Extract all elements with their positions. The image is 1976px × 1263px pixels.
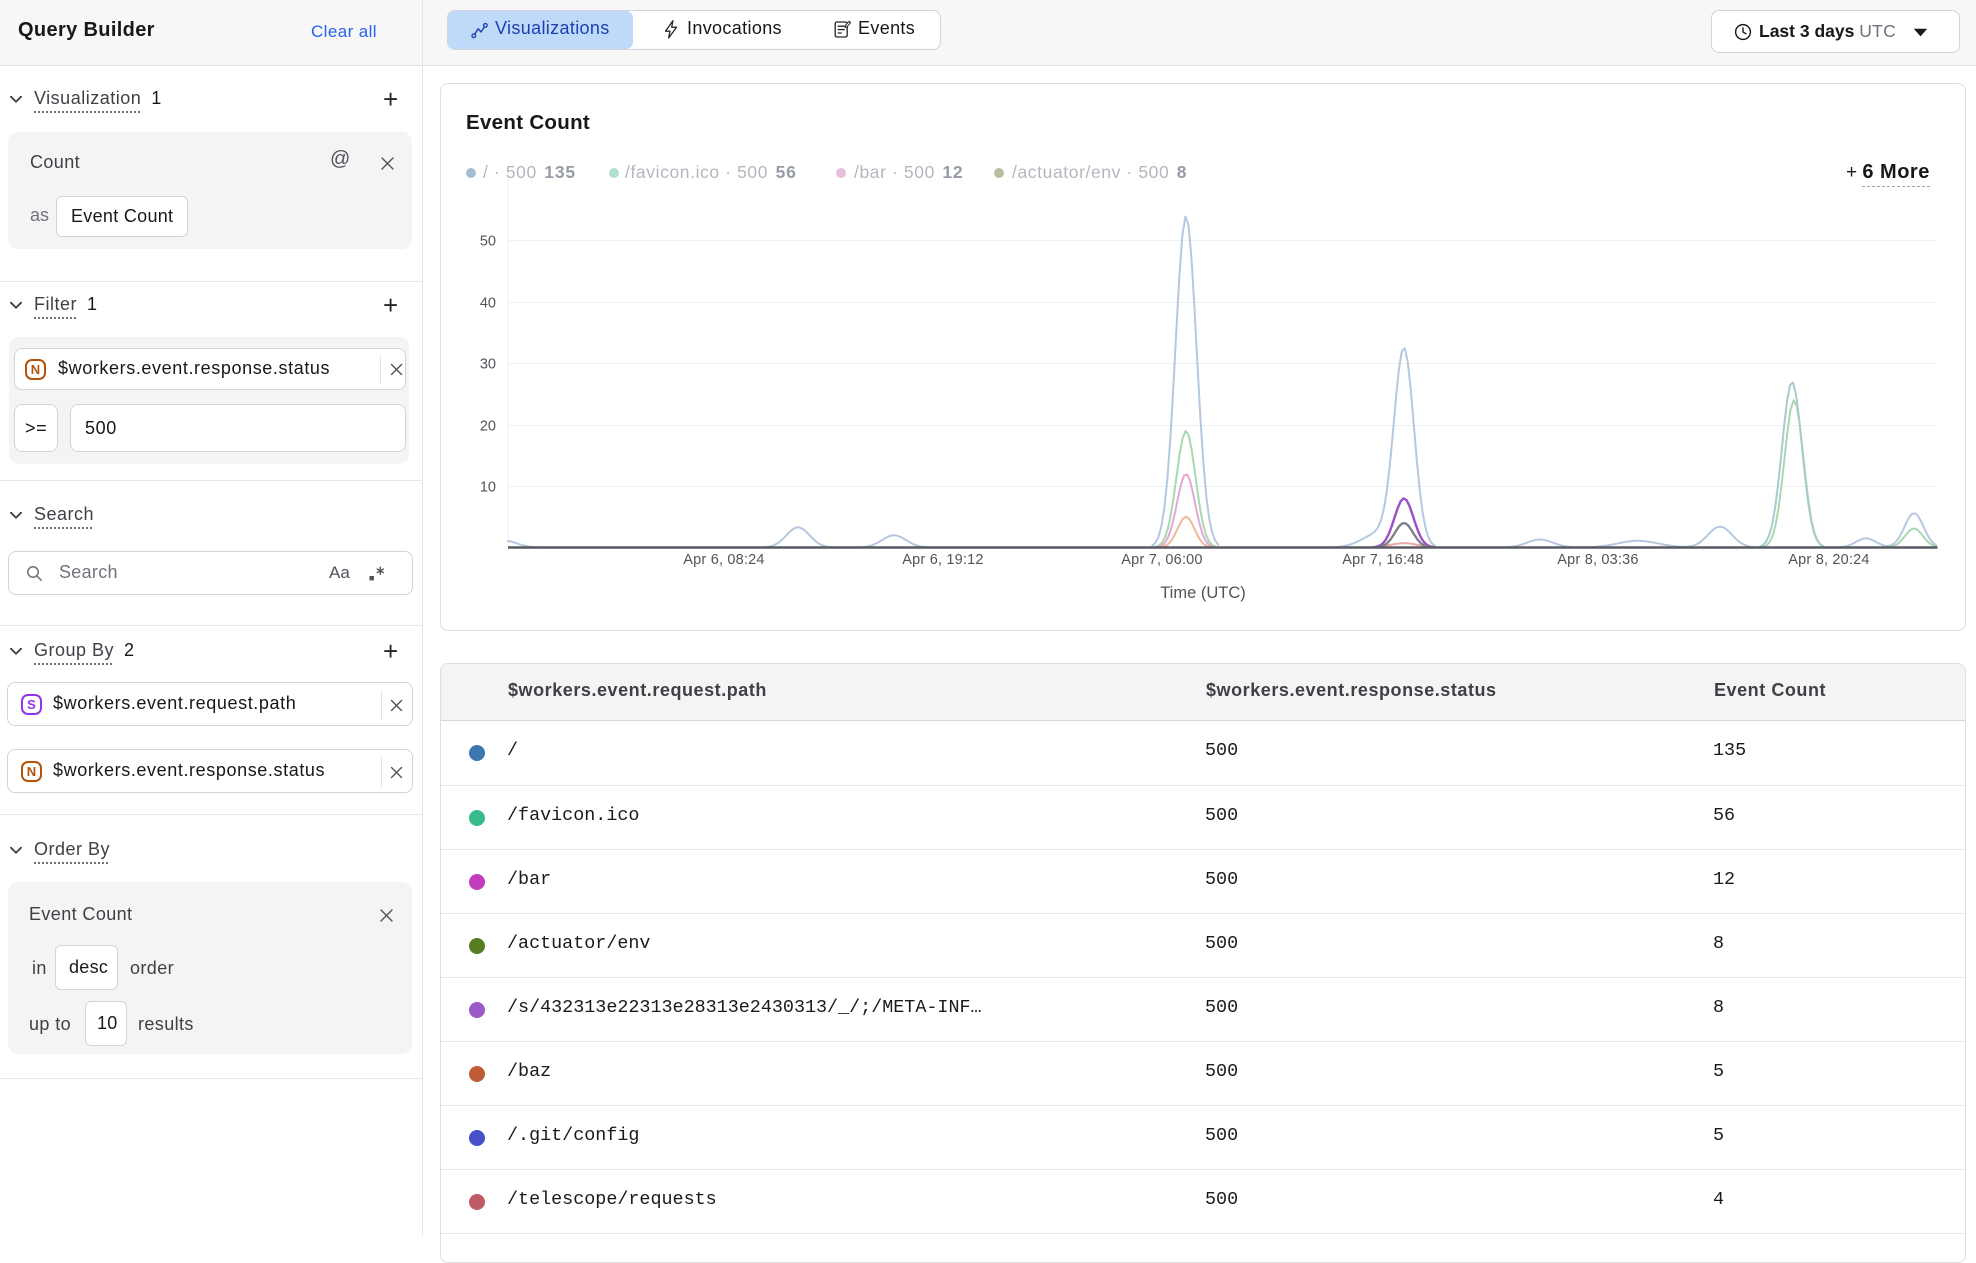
svg-text:50: 50	[480, 234, 496, 250]
svg-text:Time (UTC): Time (UTC)	[1160, 584, 1246, 602]
svg-text:Apr 6, 08:24: Apr 6, 08:24	[683, 552, 764, 568]
svg-text:Apr 8, 03:36: Apr 8, 03:36	[1557, 552, 1638, 568]
svg-text:Apr 8, 20:24: Apr 8, 20:24	[1788, 552, 1869, 568]
svg-text:20: 20	[480, 419, 496, 435]
svg-text:Apr 7, 16:48: Apr 7, 16:48	[1342, 552, 1423, 568]
svg-text:10: 10	[480, 480, 496, 496]
svg-text:Apr 6, 19:12: Apr 6, 19:12	[902, 552, 983, 568]
svg-text:40: 40	[480, 296, 496, 312]
svg-text:30: 30	[480, 357, 496, 373]
svg-text:Apr 7, 06:00: Apr 7, 06:00	[1121, 552, 1202, 568]
